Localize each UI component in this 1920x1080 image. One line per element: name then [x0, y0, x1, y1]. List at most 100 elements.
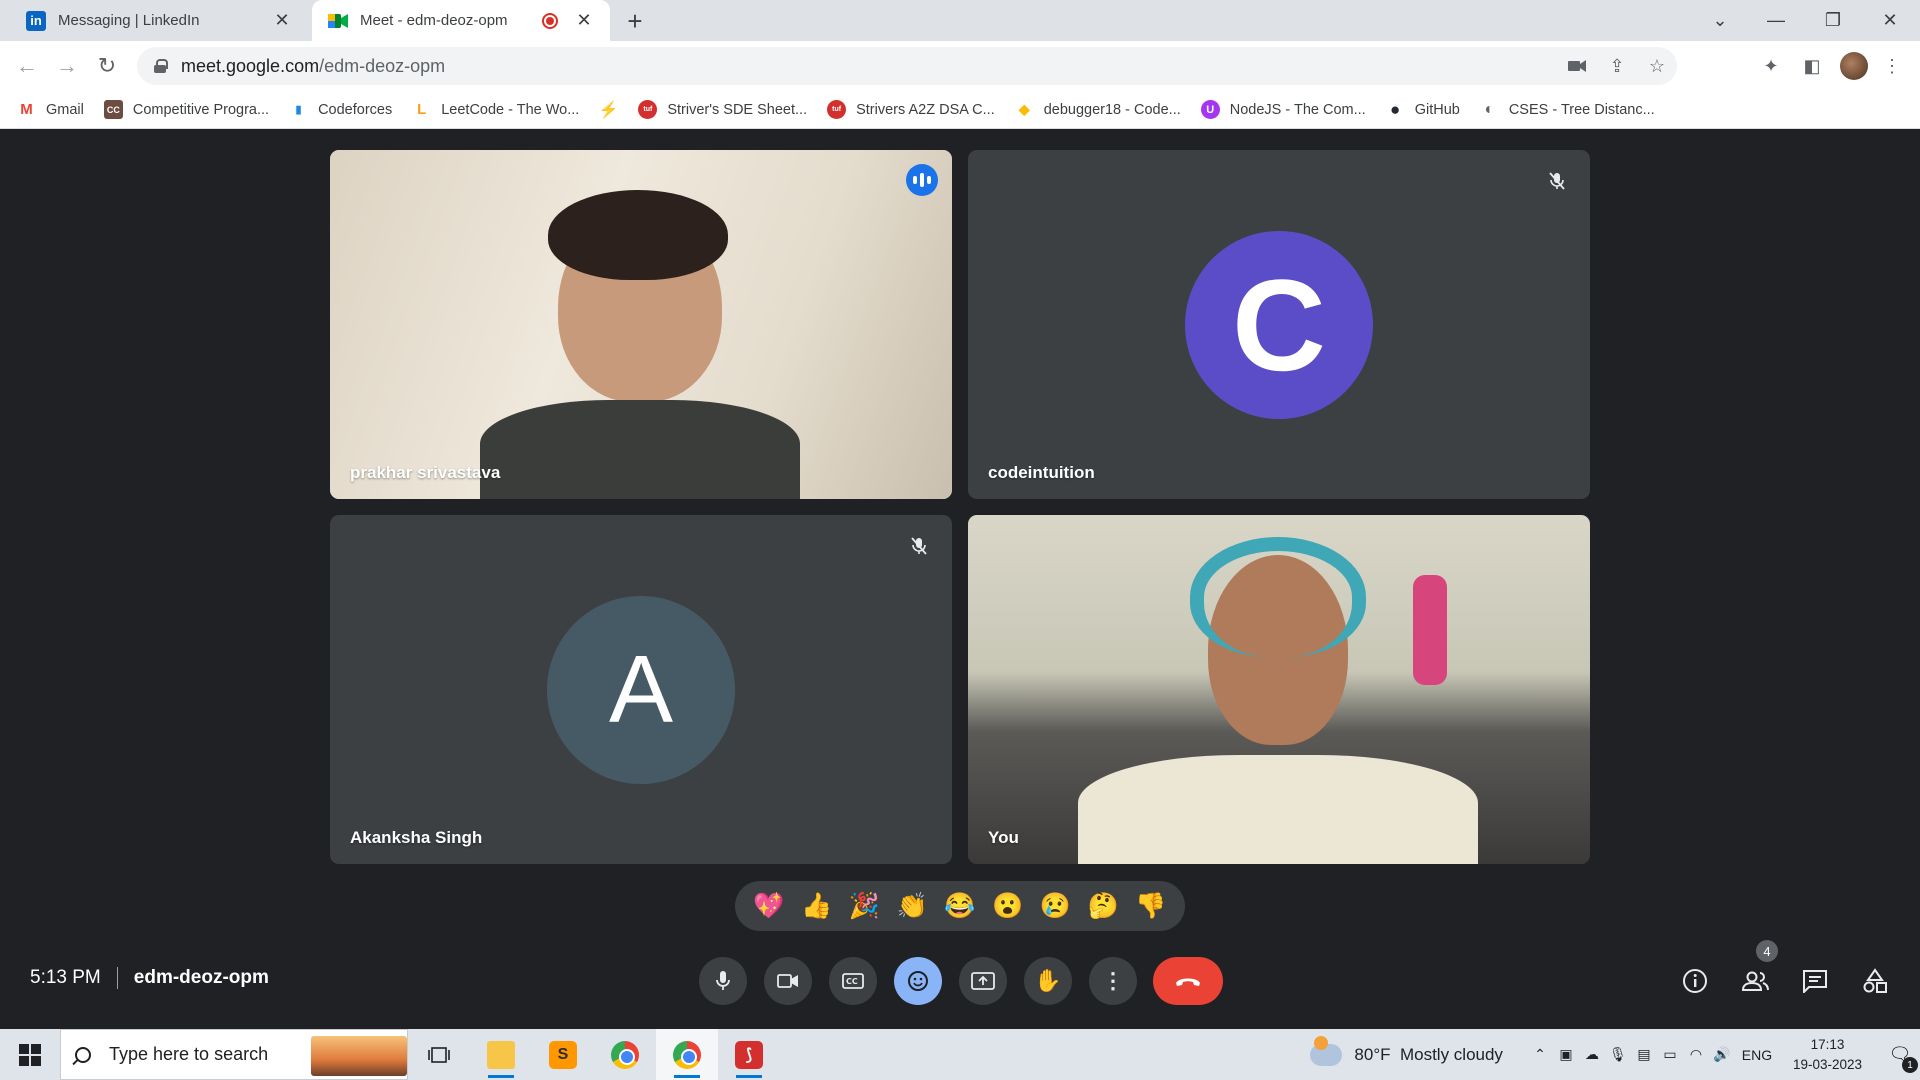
side-panel-icon[interactable]: ◧	[1800, 54, 1824, 78]
taskbar-chrome[interactable]	[594, 1029, 656, 1080]
reactions-button[interactable]	[894, 957, 942, 1005]
weather-cloud-icon	[1310, 1035, 1343, 1066]
reaction-party-popper[interactable]: 🎉	[844, 892, 884, 921]
task-view-icon	[428, 1046, 450, 1063]
taskbar-acrobat[interactable]: ⟆	[718, 1029, 780, 1080]
participant-name: prakhar srivastava	[350, 463, 501, 482]
clock-date: 19-03-2023	[1792, 1056, 1862, 1072]
meeting-code: edm-deoz-opm	[133, 967, 269, 988]
bookmark-star-icon[interactable]: ☆	[1637, 56, 1677, 77]
back-icon[interactable]: ←	[11, 50, 43, 82]
language-indicator[interactable]: ENG	[1735, 1047, 1779, 1063]
lightning-icon: ⚡	[598, 100, 619, 119]
acrobat-icon: ⟆	[735, 1040, 763, 1069]
reaction-sparkling-heart[interactable]: 💖	[749, 892, 789, 921]
reaction-laughing[interactable]: 😂	[940, 892, 980, 921]
address-bar[interactable]: meet.google.com/edm-deoz-opm ⇪ ☆	[137, 47, 1677, 85]
chat-button[interactable]	[1792, 958, 1838, 1004]
bookmark-github[interactable]: ● GitHub	[1385, 100, 1460, 119]
bookmark-striver-a2z[interactable]: tuf Strivers A2Z DSA C...	[827, 100, 995, 119]
battery-icon[interactable]: ▭	[1657, 1046, 1683, 1063]
meet-present-tray-icon[interactable]: ▣	[1553, 1046, 1579, 1063]
reaction-thinking[interactable]: 🤔	[1083, 892, 1123, 921]
reaction-surprised[interactable]: 😮	[988, 892, 1028, 921]
camera-button[interactable]	[764, 957, 812, 1005]
participant-tile-you[interactable]: You	[968, 515, 1590, 864]
extensions-icon[interactable]: ✦	[1759, 54, 1783, 78]
bookmark-label: Gmail	[46, 101, 84, 118]
bookmark-lightning[interactable]: ⚡	[598, 100, 619, 119]
tab-meet[interactable]: Meet - edm-deoz-opm ✕	[312, 0, 610, 41]
reaction-crying[interactable]: 😢	[1035, 892, 1075, 921]
participant-tile-akanksha[interactable]: A Akanksha Singh	[330, 515, 952, 864]
close-tab-icon[interactable]: ✕	[574, 10, 594, 31]
activities-shapes-icon	[1863, 968, 1887, 993]
close-tab-icon[interactable]: ✕	[272, 10, 292, 31]
weather-temperature: 80°F	[1354, 1044, 1391, 1064]
bookmark-striver-sde[interactable]: tuf Striver's SDE Sheet...	[638, 100, 807, 119]
close-window-button[interactable]: ✕	[1862, 0, 1918, 41]
new-tab-button[interactable]: +	[620, 6, 650, 36]
start-button[interactable]	[0, 1029, 60, 1080]
participant-video	[330, 150, 952, 499]
taskbar-chrome-active[interactable]	[656, 1029, 718, 1080]
taskbar-file-explorer[interactable]	[470, 1029, 532, 1080]
notification-center-button[interactable]: 🗨 1	[1880, 1044, 1920, 1073]
activities-button[interactable]	[1852, 958, 1898, 1004]
lock-icon[interactable]	[153, 59, 168, 73]
restore-button[interactable]: ❐	[1805, 0, 1861, 41]
menu-icon[interactable]: ⋮	[1880, 54, 1904, 78]
browser-tab-strip: in Messaging | LinkedIn ✕ Meet - edm-deo…	[0, 0, 1920, 41]
bookmark-codeforces[interactable]: ▮ Codeforces	[289, 100, 392, 119]
share-icon[interactable]: ⇪	[1597, 56, 1637, 77]
raise-hand-button[interactable]: ✋	[1024, 957, 1072, 1005]
bookmark-competitive-programming[interactable]: CC Competitive Progra...	[103, 100, 269, 119]
taskbar-clock[interactable]: 17:13 19-03-2023	[1793, 1035, 1862, 1075]
more-options-button[interactable]: ⋮	[1089, 957, 1137, 1005]
reaction-thumbs-up[interactable]: 👍	[797, 892, 837, 921]
reload-icon[interactable]: ↻	[91, 50, 123, 82]
chevron-up-icon[interactable]: ⌃	[1527, 1046, 1553, 1063]
bookmark-nodejs[interactable]: U NodeJS - The Com...	[1200, 100, 1366, 119]
profile-avatar[interactable]	[1840, 52, 1868, 80]
onedrive-icon[interactable]: ☁	[1579, 1046, 1605, 1063]
people-button[interactable]	[1732, 958, 1778, 1004]
search-highlight-image	[311, 1036, 407, 1076]
chat-icon	[1803, 970, 1827, 993]
browser-toolbar: ← → ↻ meet.google.com/edm-deoz-opm ⇪ ☆ ✦…	[0, 41, 1920, 91]
search-placeholder: Type here to search	[109, 1044, 269, 1064]
speaking-indicator-icon	[906, 164, 938, 196]
display-icon[interactable]: ▤	[1631, 1046, 1657, 1063]
url-text[interactable]: meet.google.com/edm-deoz-opm	[181, 56, 445, 77]
participant-tile-prakhar[interactable]: prakhar srivastava	[330, 150, 952, 499]
weather-widget[interactable]: 80°F Mostly cloudy	[1310, 1035, 1503, 1066]
present-screen-button[interactable]	[959, 957, 1007, 1005]
meeting-details-button[interactable]	[1672, 958, 1718, 1004]
chrome-icon	[611, 1040, 639, 1069]
microphone-button[interactable]	[699, 957, 747, 1005]
leave-call-button[interactable]	[1153, 957, 1223, 1005]
minimize-button[interactable]: —	[1748, 0, 1804, 41]
bookmark-leetcode[interactable]: L LeetCode - The Wo...	[412, 100, 579, 119]
headphones	[1190, 537, 1366, 657]
task-view-button[interactable]	[408, 1029, 470, 1080]
tab-linkedin[interactable]: in Messaging | LinkedIn ✕	[10, 0, 308, 41]
wifi-icon[interactable]: ◠	[1683, 1046, 1709, 1063]
microphone-tray-icon[interactable]: 🎙	[1605, 1046, 1631, 1063]
forward-icon[interactable]: →	[51, 50, 83, 82]
volume-icon[interactable]: 🔊	[1709, 1046, 1735, 1063]
participant-tile-codeintuition[interactable]: C codeintuition	[968, 150, 1590, 499]
bookmark-label: Striver's SDE Sheet...	[667, 101, 808, 118]
taskbar-search-box[interactable]: Type here to search	[60, 1029, 408, 1080]
taskbar-sublime-text[interactable]: S	[532, 1029, 594, 1080]
reaction-thumbs-down[interactable]: 👎	[1131, 892, 1171, 921]
tab-search-icon[interactable]: ⌄	[1692, 0, 1748, 41]
camera-icon[interactable]	[1557, 59, 1597, 73]
bookmark-debugger18[interactable]: ◆ debugger18 - Code...	[1014, 100, 1181, 119]
participant-name: You	[988, 828, 1019, 847]
captions-button[interactable]: CC	[829, 957, 877, 1005]
reaction-clapping[interactable]: 👏	[892, 892, 932, 921]
bookmark-gmail[interactable]: M Gmail	[17, 100, 84, 119]
bottle	[1413, 575, 1447, 685]
bookmark-cses[interactable]: ◐ CSES - Tree Distanc...	[1479, 100, 1655, 119]
